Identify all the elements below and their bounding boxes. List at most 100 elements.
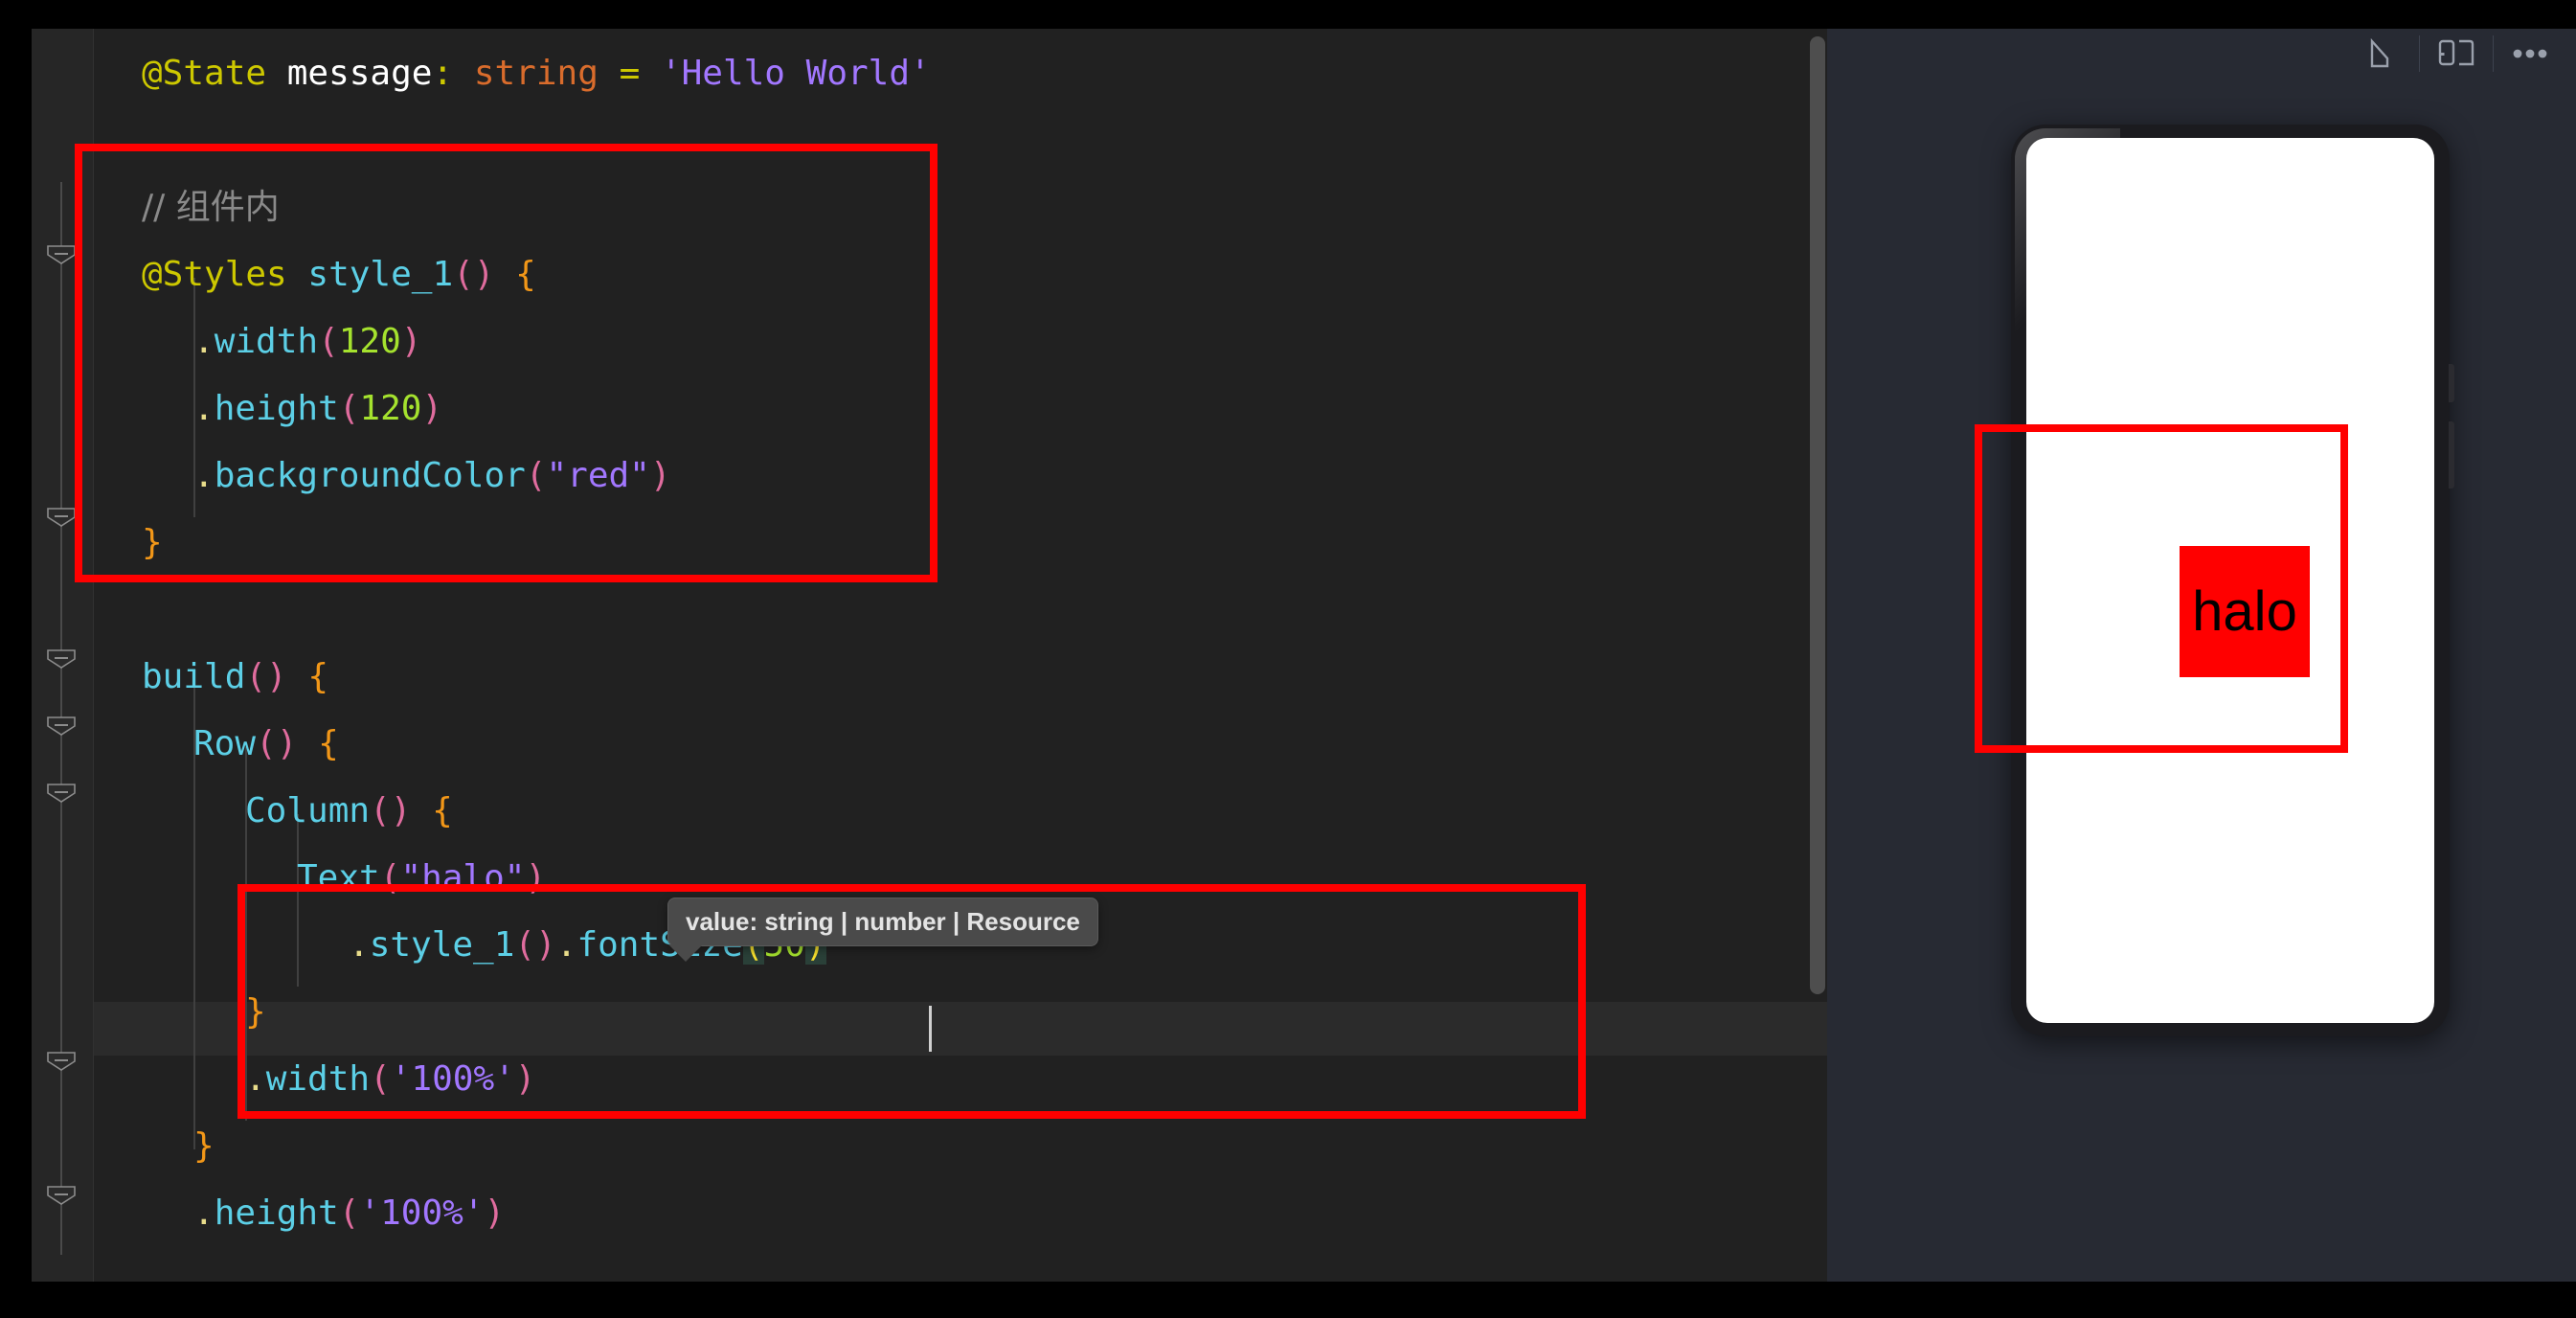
code-token: ( bbox=[525, 456, 547, 495]
code-token: . bbox=[193, 322, 215, 361]
fold-marker-column[interactable] bbox=[47, 784, 76, 803]
preview-halo-box: halo bbox=[2180, 546, 2310, 677]
code-token: style_1 bbox=[369, 925, 515, 965]
code-token: @State bbox=[142, 54, 267, 93]
line-styles-close[interactable]: } bbox=[142, 510, 163, 577]
code-token: ) bbox=[514, 1059, 536, 1099]
more-dots-icon bbox=[2513, 49, 2547, 58]
fold-marker-build[interactable] bbox=[47, 649, 76, 669]
code-token: { bbox=[432, 791, 453, 830]
code-token: Text bbox=[297, 858, 380, 898]
code-token: . bbox=[349, 925, 370, 965]
code-token: } bbox=[245, 992, 266, 1032]
code-text-area[interactable]: @State message: string = 'Hello World' //… bbox=[94, 29, 1827, 1282]
line-column[interactable]: Column() { bbox=[245, 778, 453, 845]
code-token: 120 bbox=[338, 322, 401, 361]
code-token: { bbox=[515, 255, 536, 294]
code-token: ( bbox=[338, 389, 360, 428]
line-build[interactable]: build() { bbox=[142, 644, 328, 711]
more-options-button[interactable] bbox=[2494, 29, 2566, 79]
code-token: height bbox=[214, 1193, 339, 1233]
line-width-120[interactable]: .width(120) bbox=[193, 308, 421, 375]
phone-side-button-power bbox=[2449, 421, 2454, 489]
code-token: @Styles bbox=[142, 255, 287, 294]
tooltip-text: value: string | number | Resource bbox=[686, 907, 1080, 936]
code-token: ( bbox=[318, 322, 339, 361]
fold-marker-styles-close[interactable] bbox=[47, 508, 76, 527]
preview-toolbar bbox=[2346, 29, 2566, 79]
code-token: Row bbox=[193, 724, 257, 763]
code-token: ( bbox=[338, 1193, 360, 1233]
code-token: . bbox=[193, 456, 215, 495]
line-text-halo[interactable]: Text("halo") bbox=[297, 845, 546, 912]
letterbox-left bbox=[0, 0, 32, 1318]
code-token: width bbox=[214, 322, 319, 361]
code-token: height bbox=[214, 389, 339, 428]
code-token: '100%' bbox=[390, 1059, 515, 1099]
code-token: 120 bbox=[359, 389, 422, 428]
line-state[interactable]: @State message: string = 'Hello World' bbox=[142, 40, 931, 107]
line-height-120[interactable]: .height(120) bbox=[193, 375, 442, 443]
fold-marker-column-close[interactable] bbox=[47, 1052, 76, 1071]
code-token: width bbox=[265, 1059, 371, 1099]
code-token: { bbox=[307, 657, 329, 696]
ide-window: @State message: string = 'Hello World' //… bbox=[0, 0, 2576, 1318]
chevron-down-icon bbox=[47, 649, 76, 669]
code-token: "halo" bbox=[400, 858, 526, 898]
code-token: } bbox=[142, 523, 163, 562]
code-token: } bbox=[193, 1126, 215, 1166]
code-token: ( bbox=[379, 858, 401, 898]
preview-halo-label: halo bbox=[2192, 579, 2297, 643]
code-token: () bbox=[256, 724, 298, 763]
phone-device-frame: halo bbox=[2011, 125, 2454, 1036]
line-bgcolor[interactable]: .backgroundColor("red") bbox=[193, 443, 671, 510]
editor-scrollbar-thumb[interactable] bbox=[1810, 36, 1825, 994]
split-layout-button[interactable] bbox=[2420, 29, 2493, 79]
code-token: () bbox=[370, 791, 412, 830]
code-token: string bbox=[473, 54, 599, 93]
phone-screen[interactable]: halo bbox=[2026, 138, 2434, 1023]
code-token: style_1 bbox=[307, 255, 454, 294]
code-token: ( bbox=[370, 1059, 391, 1099]
text-caret bbox=[929, 1006, 932, 1052]
line-comment[interactable]: // 组件内 bbox=[142, 174, 280, 241]
code-token: ) bbox=[400, 322, 422, 361]
tooltip-arrow bbox=[668, 944, 703, 962]
parameter-info-tooltip: value: string | number | Resource bbox=[667, 898, 1098, 962]
code-token: () bbox=[514, 925, 556, 965]
code-token: ) bbox=[484, 1193, 506, 1233]
code-token: : bbox=[432, 54, 454, 93]
code-token: () bbox=[453, 255, 495, 294]
line-styles-decl[interactable]: @Styles style_1() { bbox=[142, 241, 536, 308]
code-token: () bbox=[245, 657, 287, 696]
chevron-down-icon bbox=[47, 1186, 76, 1205]
line-column-close[interactable]: } bbox=[245, 979, 266, 1046]
line-height-100pct[interactable]: .height('100%') bbox=[193, 1180, 505, 1247]
fold-marker-styles-open[interactable] bbox=[47, 245, 76, 264]
code-token: . bbox=[193, 1193, 215, 1233]
code-token: . bbox=[193, 389, 215, 428]
fold-marker-row[interactable] bbox=[47, 716, 76, 736]
device-split-icon bbox=[2438, 39, 2474, 66]
code-token: backgroundColor bbox=[214, 456, 526, 495]
code-token: ) bbox=[525, 858, 547, 898]
code-editor-pane[interactable]: @State message: string = 'Hello World' //… bbox=[32, 29, 1827, 1282]
fold-marker-row-close[interactable] bbox=[47, 1186, 76, 1205]
line-row-close[interactable]: } bbox=[193, 1113, 215, 1180]
code-token: { bbox=[318, 724, 339, 763]
chevron-down-icon bbox=[47, 245, 76, 264]
letterbox-top bbox=[0, 0, 2576, 29]
chevron-down-icon bbox=[47, 508, 76, 527]
letterbox-bottom bbox=[0, 1282, 2576, 1318]
line-width-100pct[interactable]: .width('100%') bbox=[245, 1046, 535, 1113]
line-row[interactable]: Row() { bbox=[193, 711, 339, 778]
rotate-device-button[interactable] bbox=[2346, 29, 2419, 79]
code-token: . bbox=[555, 925, 577, 965]
